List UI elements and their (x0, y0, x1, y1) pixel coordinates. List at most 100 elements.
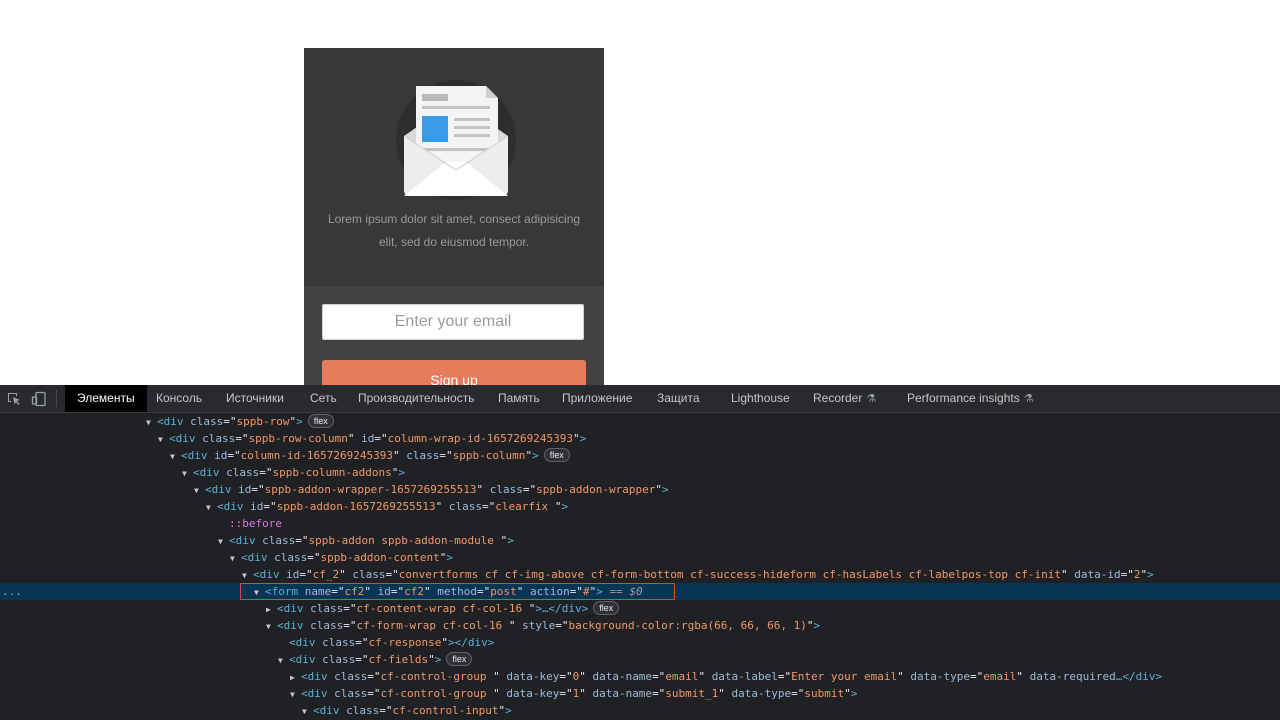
expand-triangle-icon[interactable]: ▼ (218, 533, 229, 550)
attr-value: cf-control-group (380, 670, 494, 683)
expand-triangle-icon[interactable]: ▼ (170, 448, 181, 465)
attr-name: data-label (711, 670, 778, 683)
tab-lighthouse[interactable]: Lighthouse (731, 385, 790, 412)
attr-name: class (352, 568, 386, 581)
tag-close: > (296, 415, 303, 428)
dom-node[interactable]: ::before (0, 515, 1280, 532)
tab-recorder[interactable]: Recorder ⚗ (813, 385, 876, 412)
flex-badge[interactable]: flex (543, 448, 570, 462)
attr-name: style (522, 619, 556, 632)
attr-value: sppb-addon sppb-addon-module (308, 534, 501, 547)
attr-value: sppb-addon-content (320, 551, 440, 564)
attr-quote: " (364, 585, 371, 598)
attr-name: class (322, 636, 356, 649)
attr-value: post (490, 585, 517, 598)
inspect-element-icon[interactable] (6, 391, 22, 407)
expand-triangle-icon[interactable]: ▼ (182, 465, 193, 482)
selected-node-marker: == $0 (602, 585, 643, 598)
attr-name: name (304, 585, 332, 598)
email-input[interactable] (322, 304, 584, 340)
dom-node-content: ▼ <div class="sppb-addon sppb-addon-modul… (218, 532, 514, 550)
attr-quote: " (339, 568, 346, 581)
expand-triangle-icon[interactable]: ▼ (242, 567, 253, 584)
tag-name: <div (157, 415, 184, 428)
tag-close: > (850, 687, 858, 700)
dom-node[interactable]: <div class="cf-response"></div> (0, 634, 1280, 651)
dom-node[interactable]: ▼ <div class="cf-control-group " data-key… (0, 685, 1280, 702)
row-options-dots[interactable]: ... (2, 583, 22, 600)
dom-node[interactable]: ▼ <div class="sppb-row"> flex (0, 413, 1280, 430)
tag-close: > (561, 500, 569, 513)
expand-triangle-icon[interactable]: ▼ (266, 618, 277, 635)
attr-quote: =" (1120, 568, 1134, 581)
attr-value: convertforms cf cf-img-above cf-form-bot… (398, 568, 1062, 581)
dom-node[interactable]: ▶ <div class="cf-content-wrap cf-col-16 "… (0, 600, 1280, 617)
dom-node[interactable]: ▼ <div class="cf-form-wrap cf-col-16 " st… (0, 617, 1280, 634)
attr-name: data-required (1029, 670, 1116, 683)
flex-badge[interactable]: flex (593, 601, 620, 615)
dom-node[interactable]: ▼ <div class="sppb-row-column" id="column… (0, 430, 1280, 447)
expand-triangle-icon[interactable]: ▼ (254, 584, 265, 601)
dom-node[interactable]: ▼ <div class="sppb-column-addons"> (0, 464, 1280, 481)
dom-node-selected[interactable]: ... ▼ <form name="cf2" id="cf2" method="po… (0, 583, 1280, 600)
dom-node[interactable]: ▼ <div class="sppb-addon-content"> (0, 549, 1280, 566)
expand-triangle-icon[interactable]: ▼ (194, 482, 205, 499)
tab-performance[interactable]: Производительность (358, 385, 474, 412)
collapsed-triangle-icon[interactable]: ▶ (290, 669, 301, 686)
attr-quote: =" (263, 500, 277, 513)
dom-node-content: ▼ <div class="sppb-addon-content"> (230, 549, 453, 567)
tab-memory[interactable]: Память (498, 385, 540, 412)
collapsed-triangle-icon[interactable]: ▶ (266, 601, 277, 618)
tab-security[interactable]: Защита (657, 385, 700, 412)
attr-name: class (262, 534, 296, 547)
attr-quote: =" (367, 670, 381, 683)
dom-node[interactable]: ▼ <div id="sppb-addon-1657269255513" clas… (0, 498, 1280, 515)
expand-triangle-icon[interactable]: ▼ (158, 431, 169, 448)
attr-name: data-id (1074, 568, 1121, 581)
flex-badge[interactable]: flex (446, 652, 473, 666)
dom-node[interactable]: ▼ <div id="sppb-addon-wrapper-16572692555… (0, 481, 1280, 498)
expand-triangle-icon[interactable]: ▼ (206, 499, 217, 516)
dom-node[interactable]: ▼ <div class="cf-fields"> flex (0, 651, 1280, 668)
dom-node-content: ::before (218, 515, 282, 532)
attr-quote: =" (791, 687, 805, 700)
dom-node[interactable]: ▼ <div class="cf-control-input"> (0, 702, 1280, 719)
attr-value: cf-content-wrap cf-col-16 (356, 602, 529, 615)
signup-button[interactable]: Sign up (322, 360, 586, 385)
attr-quote: =" (652, 687, 666, 700)
tag-name: <div (229, 534, 256, 547)
tab-elements[interactable]: Элементы (65, 385, 147, 412)
expand-triangle-icon[interactable]: ▼ (290, 686, 301, 703)
attr-quote: =" (559, 687, 573, 700)
attr-quote: =" (522, 483, 537, 496)
tag-close: > (596, 585, 603, 598)
flex-badge[interactable]: flex (307, 414, 334, 428)
expand-triangle-icon[interactable]: ▼ (230, 550, 241, 567)
dom-node[interactable]: ▼ <div class="sppb-addon sppb-addon-modul… (0, 532, 1280, 549)
attr-quote: =" (251, 483, 265, 496)
dom-node[interactable]: ▼ <div id="column-id-1657269245393" class… (0, 447, 1280, 464)
dom-node-content: ▼ <div class="sppb-row"> flex (146, 413, 334, 431)
tab-console[interactable]: Консоль (156, 385, 202, 412)
tab-performance-insights[interactable]: Performance insights ⚗ (907, 385, 1034, 412)
tab-network[interactable]: Сеть (310, 385, 337, 412)
tab-sources[interactable]: Источники (226, 385, 284, 412)
attr-quote: " (844, 687, 851, 700)
attr-quote: " (428, 653, 435, 666)
expand-triangle-icon[interactable]: ▼ (302, 703, 313, 720)
attr-quote: =" (367, 687, 381, 700)
attr-quote: =" (559, 670, 573, 683)
elements-dom-tree[interactable]: ▼ <div class="sppb-row"> flex ▼ <div class="… (0, 413, 1280, 720)
dom-node[interactable]: ▶ <div class="cf-control-group " data-key… (0, 668, 1280, 685)
attr-name: id (238, 483, 252, 496)
attr-value: cf-form-wrap cf-col-16 (356, 619, 509, 632)
attr-value: column-wrap-id-1657269245393 (387, 432, 574, 445)
attr-name: data-key (506, 670, 560, 683)
tab-application[interactable]: Приложение (562, 385, 632, 412)
dom-node[interactable]: ▼ <div id="cf_2" class="convertforms cf c… (0, 566, 1280, 583)
expand-triangle-icon[interactable]: ▼ (146, 414, 157, 431)
device-toolbar-icon[interactable] (31, 391, 47, 407)
expand-triangle-icon[interactable]: ▼ (278, 652, 289, 669)
